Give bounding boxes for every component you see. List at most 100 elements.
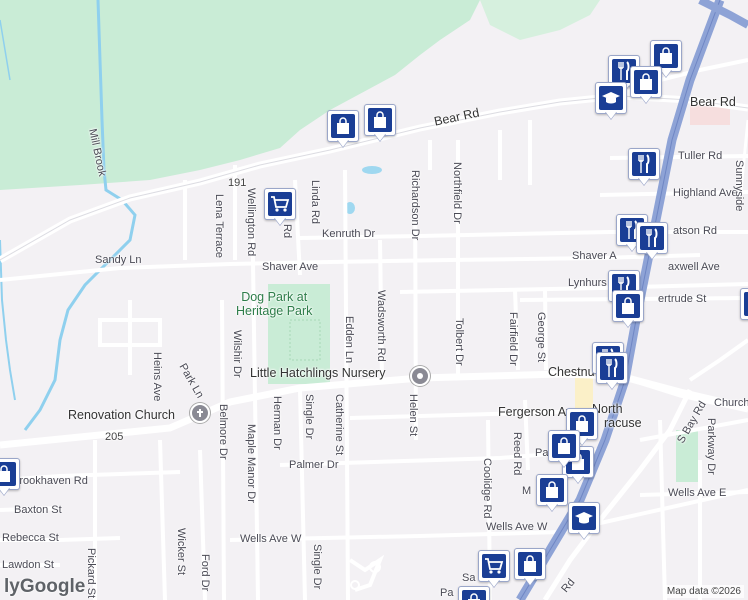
marker-shopping-bag-gertrude[interactable] [612, 290, 644, 328]
marker-box [536, 474, 568, 506]
marker-school-wells[interactable] [568, 502, 600, 540]
label-wicker-st: Wicker St [175, 528, 187, 576]
marker-edge-right-marker[interactable] [740, 288, 748, 326]
label-belmore-dr: Belmore Dr [217, 404, 229, 460]
marker-box [327, 110, 359, 142]
marker-restaurant-chestnut-2[interactable] [596, 352, 628, 390]
nursery-poi-pin[interactable] [410, 366, 430, 386]
label-little-hatchlings-nursery: Little Hatchlings Nursery [250, 366, 386, 380]
shopping-bag-icon [0, 462, 16, 486]
marker-box [364, 104, 396, 136]
label-wilshir-dr: Wilshir Dr [231, 330, 243, 378]
creek-west [0, 239, 16, 401]
label-wells-ave-w-east: Wells Ave W [486, 521, 548, 533]
label-lawdon-st: Lawdon St [2, 559, 54, 571]
marker-shopping-cart-linda[interactable] [264, 188, 296, 226]
marker-tail [605, 111, 617, 119]
marker-school-ne[interactable] [595, 82, 627, 120]
marker-box [0, 458, 20, 490]
label-maxwell-ave: axwell Ave [668, 261, 720, 273]
label-heins-ave: Heins Ave [151, 352, 163, 402]
church-poi-pin[interactable] [190, 403, 210, 423]
marker-restaurant-atson-2[interactable] [636, 222, 668, 260]
marker-shopping-bag-palmer[interactable] [548, 430, 580, 468]
shopping-bag-icon [616, 294, 640, 318]
shopping-bag-icon [654, 44, 678, 68]
marker-shopping-bag-bear-rd-1[interactable] [327, 110, 359, 148]
shopping-cart-icon [268, 192, 292, 216]
label-baxton-st: Baxton St [14, 504, 62, 516]
label-pickard-st: Pickard St [85, 548, 97, 599]
label-wells-ave-e: Wells Ave E [668, 487, 727, 499]
label-wadsworth-rd: Wadsworth Rd [375, 290, 387, 362]
label-bear-rd-east: Bear Rd [690, 95, 736, 109]
label-wellington-rd: Wellington Rd [245, 188, 257, 257]
map-data-attribution[interactable]: Map data ©2026 [663, 585, 744, 598]
yellow-area [575, 375, 593, 410]
marker-box [514, 548, 546, 580]
label-chestnut-st: Chestnu [548, 365, 595, 379]
label-edden-ln: Edden Ln [343, 316, 355, 364]
marker-shopping-bag-south[interactable] [514, 548, 546, 586]
marker-shopping-bag-bear-rd-2[interactable] [364, 104, 396, 142]
marker-restaurant-tuller[interactable] [628, 148, 660, 186]
label-sa-fragment: Sa [462, 572, 476, 584]
school-icon [572, 506, 596, 530]
marker-box [628, 148, 660, 180]
school-icon [599, 86, 623, 110]
label-helen-st: Helen St [407, 394, 419, 437]
label-pa-fragment-south: Pa [440, 587, 454, 599]
marker-tail [546, 503, 558, 511]
label-atson-rd: atson Rd [673, 225, 718, 237]
label-m-fragment: M [522, 485, 532, 497]
shopping-bag-icon [518, 552, 542, 576]
marker-shopping-cart-south[interactable] [478, 550, 510, 588]
label-fairfield-dr: Fairfield Dr [507, 312, 519, 366]
restaurant-icon [640, 226, 664, 250]
restaurant-icon [600, 356, 624, 380]
marker-edge-left-marker[interactable] [0, 458, 20, 496]
label-church: Church [714, 397, 748, 409]
marker-box [458, 586, 490, 600]
marker-box [548, 430, 580, 462]
marker-shopping-bag-ne-2[interactable] [630, 66, 662, 104]
label-maple-manor-dr: Maple Manor Dr [245, 424, 257, 503]
shopping-bag-icon [540, 478, 564, 502]
marker-box [630, 66, 662, 98]
label-fergerson-ave: Fergerson Av [498, 405, 573, 419]
marker-tail [640, 95, 652, 103]
marker-shopping-bag-m[interactable] [536, 474, 568, 512]
marker-tail [337, 139, 349, 147]
marker-box [596, 352, 628, 384]
label-dog-park-line2: Heritage Park [236, 304, 313, 319]
shopping-bag-icon [462, 590, 486, 600]
label-george-st: George St [535, 312, 547, 363]
label-sandy-ln: Sandy Ln [95, 254, 142, 266]
marker-tail [524, 577, 536, 585]
marker-box [612, 290, 644, 322]
label-rd-fragment: Rd [281, 224, 293, 239]
label-shaver-ave: Shaver Ave [262, 261, 319, 273]
label-brookhaven-rd: Brookhaven Rd [12, 475, 88, 487]
marker-box [478, 550, 510, 582]
green-space-ne [480, 0, 600, 40]
shopping-cart-icon [482, 554, 506, 578]
marker-shopping-bag-bottom[interactable] [458, 586, 490, 600]
label-palmer-dr: Palmer Dr [289, 459, 339, 471]
green-space-north [0, 0, 480, 190]
marker-tail [558, 459, 570, 467]
label-sunnyside: Sunnyside [733, 160, 745, 212]
label-dog-park-line1: Dog Park at [241, 290, 308, 304]
label-richardson-dr: Richardson Dr [409, 170, 421, 241]
map-canvas[interactable]: Bear Rd Bear Rd 191 Mill Brook Tuller Rd… [0, 0, 748, 600]
shopping-bag-icon [744, 292, 748, 316]
marker-tail [638, 177, 650, 185]
label-tuller-rd: Tuller Rd [678, 150, 723, 162]
marker-box [568, 502, 600, 534]
restaurant-icon [632, 152, 656, 176]
label-wells-ave-w: Wells Ave W [240, 533, 302, 545]
label-reed-rd: Reed Rd [511, 432, 523, 476]
shopping-bag-icon [634, 70, 658, 94]
marker-tail [606, 381, 618, 389]
label-ford-dr: Ford Dr [199, 554, 211, 592]
